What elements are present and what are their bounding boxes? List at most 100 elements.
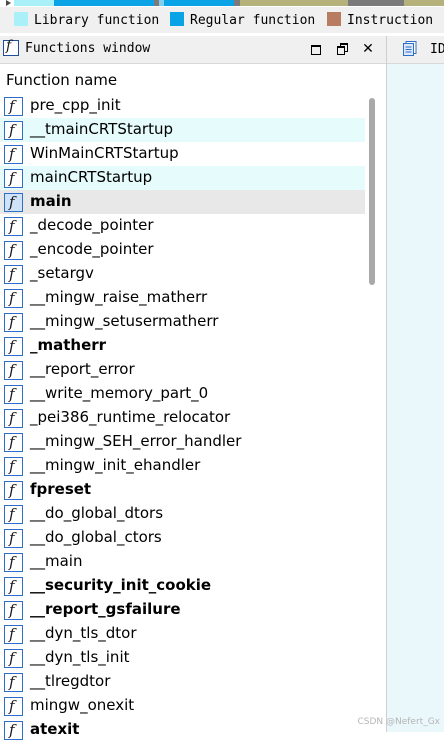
function-icon: f xyxy=(4,457,23,476)
function-name: __do_global_dtors xyxy=(30,504,164,522)
function-icon: f xyxy=(4,217,23,236)
ida-view-icon xyxy=(403,41,417,56)
function-name: mainCRTStartup xyxy=(30,168,153,186)
function-row[interactable]: f __report_gsfailure xyxy=(0,598,365,622)
navigation-band[interactable] xyxy=(0,0,444,7)
legend-bar: Library function Regular function Instru… xyxy=(0,7,444,33)
function-name: __mingw_raise_matherr xyxy=(30,288,208,306)
nav-segment-regular[interactable] xyxy=(72,0,154,6)
function-icon: f xyxy=(4,145,23,164)
nav-segment-regular[interactable] xyxy=(164,0,234,6)
function-row[interactable]: f __dyn_tls_dtor xyxy=(0,622,365,646)
function-name: __report_gsfailure xyxy=(30,600,181,618)
function-icon: f xyxy=(4,385,23,404)
vertical-scrollbar-thumb[interactable] xyxy=(369,98,375,285)
function-icon: f xyxy=(4,625,23,644)
column-header-function-name[interactable]: Function name xyxy=(0,64,370,94)
function-name: __tlregdtor xyxy=(30,672,111,690)
column-header-label: Function name xyxy=(6,71,118,89)
function-icon: f xyxy=(4,241,23,260)
function-icon: f xyxy=(4,553,23,572)
function-icon: f xyxy=(4,313,23,332)
function-name: __tmainCRTStartup xyxy=(30,120,173,138)
function-row[interactable]: f pre_cpp_init xyxy=(0,94,365,118)
function-icon: f xyxy=(4,361,23,380)
function-icon: f xyxy=(4,601,23,620)
function-row[interactable]: f main xyxy=(0,190,365,214)
function-row[interactable]: f fpreset xyxy=(0,478,365,502)
maximize-icon xyxy=(311,45,321,55)
nav-segment-external[interactable] xyxy=(348,0,404,6)
function-row[interactable]: f _encode_pointer xyxy=(0,238,365,262)
function-name: _pei386_runtime_relocator xyxy=(30,408,231,426)
function-name: __dyn_tls_init xyxy=(30,648,130,666)
close-icon: ✕ xyxy=(362,41,374,57)
function-name: __mingw_init_ehandler xyxy=(30,456,201,474)
legend-item-instruction: Instruction xyxy=(327,12,433,28)
function-name: mingw_onexit xyxy=(30,696,135,714)
function-icon: f xyxy=(4,577,23,596)
function-name: WinMainCRTStartup xyxy=(30,144,179,162)
function-icon: f xyxy=(4,121,23,140)
function-name: main xyxy=(30,192,72,210)
function-icon: f xyxy=(4,697,23,716)
function-name: __mingw_SEH_error_handler xyxy=(30,432,242,450)
nav-segment-data[interactable] xyxy=(240,0,348,6)
function-row[interactable]: f __main xyxy=(0,550,365,574)
function-row[interactable]: f __write_memory_part_0 xyxy=(0,382,365,406)
functions-window-titlebar[interactable]: f Functions window ✕ xyxy=(0,36,386,64)
ida-view-body[interactable] xyxy=(387,64,444,732)
legend-label: Instruction xyxy=(347,13,434,28)
function-name: __security_init_cookie xyxy=(30,576,212,594)
function-name: _encode_pointer xyxy=(30,240,154,258)
function-name: atexit xyxy=(30,720,80,738)
function-row[interactable]: f __mingw_SEH_error_handler xyxy=(0,430,365,454)
function-name: __dyn_tls_dtor xyxy=(30,624,137,642)
function-name: __report_error xyxy=(30,360,135,378)
function-row[interactable]: f __do_global_ctors xyxy=(0,526,365,550)
function-name: _decode_pointer xyxy=(30,216,154,234)
function-row[interactable]: f __mingw_setusermatherr xyxy=(0,310,365,334)
close-button[interactable]: ✕ xyxy=(359,40,377,58)
function-row[interactable]: f _matherr xyxy=(0,334,365,358)
ida-view-tab-label: ID xyxy=(430,42,444,57)
function-row[interactable]: f __mingw_raise_matherr xyxy=(0,286,365,310)
function-icon: f xyxy=(4,193,23,212)
function-icon: f xyxy=(4,481,23,500)
function-row[interactable]: f __tmainCRTStartup xyxy=(0,118,365,142)
function-icon: f xyxy=(4,529,23,548)
nav-segment-library[interactable] xyxy=(14,0,54,6)
function-row[interactable]: f mingw_onexit xyxy=(0,694,365,718)
function-icon: f xyxy=(4,289,23,308)
float-window-button[interactable] xyxy=(333,40,351,58)
function-name: __mingw_setusermatherr xyxy=(30,312,219,330)
function-row[interactable]: f __dyn_tls_init xyxy=(0,646,365,670)
maximize-button[interactable] xyxy=(307,40,325,58)
legend-swatch xyxy=(14,12,28,26)
function-name: __write_memory_part_0 xyxy=(30,384,209,402)
function-icon: f xyxy=(4,169,23,188)
legend-item-library: Library function xyxy=(14,12,159,28)
function-row[interactable]: f atexit xyxy=(0,718,365,742)
function-row[interactable]: f mainCRTStartup xyxy=(0,166,365,190)
function-row[interactable]: f __tlregdtor xyxy=(0,670,365,694)
function-icon: f xyxy=(4,433,23,452)
function-row[interactable]: f WinMainCRTStartup xyxy=(0,142,365,166)
function-row[interactable]: f __do_global_dtors xyxy=(0,502,365,526)
function-row[interactable]: f __report_error xyxy=(0,358,365,382)
function-icon: f xyxy=(4,649,23,668)
function-row[interactable]: f __mingw_init_ehandler xyxy=(0,454,365,478)
function-row[interactable]: f __security_init_cookie xyxy=(0,574,365,598)
nav-left-arrow-icon[interactable] xyxy=(6,0,11,6)
function-row[interactable]: f _pei386_runtime_relocator xyxy=(0,406,365,430)
function-name: __do_global_ctors xyxy=(30,528,162,546)
nav-segment-regular[interactable] xyxy=(54,0,72,6)
function-row[interactable]: f _decode_pointer xyxy=(0,214,365,238)
ida-view-tab[interactable]: ID xyxy=(387,36,444,64)
legend-item-regular: Regular function xyxy=(170,12,315,28)
nav-segment-data[interactable] xyxy=(404,0,444,6)
function-row[interactable]: f _setargv xyxy=(0,262,365,286)
function-name: fpreset xyxy=(30,480,92,498)
function-icon: f xyxy=(4,265,23,284)
function-name: _matherr xyxy=(30,336,107,354)
